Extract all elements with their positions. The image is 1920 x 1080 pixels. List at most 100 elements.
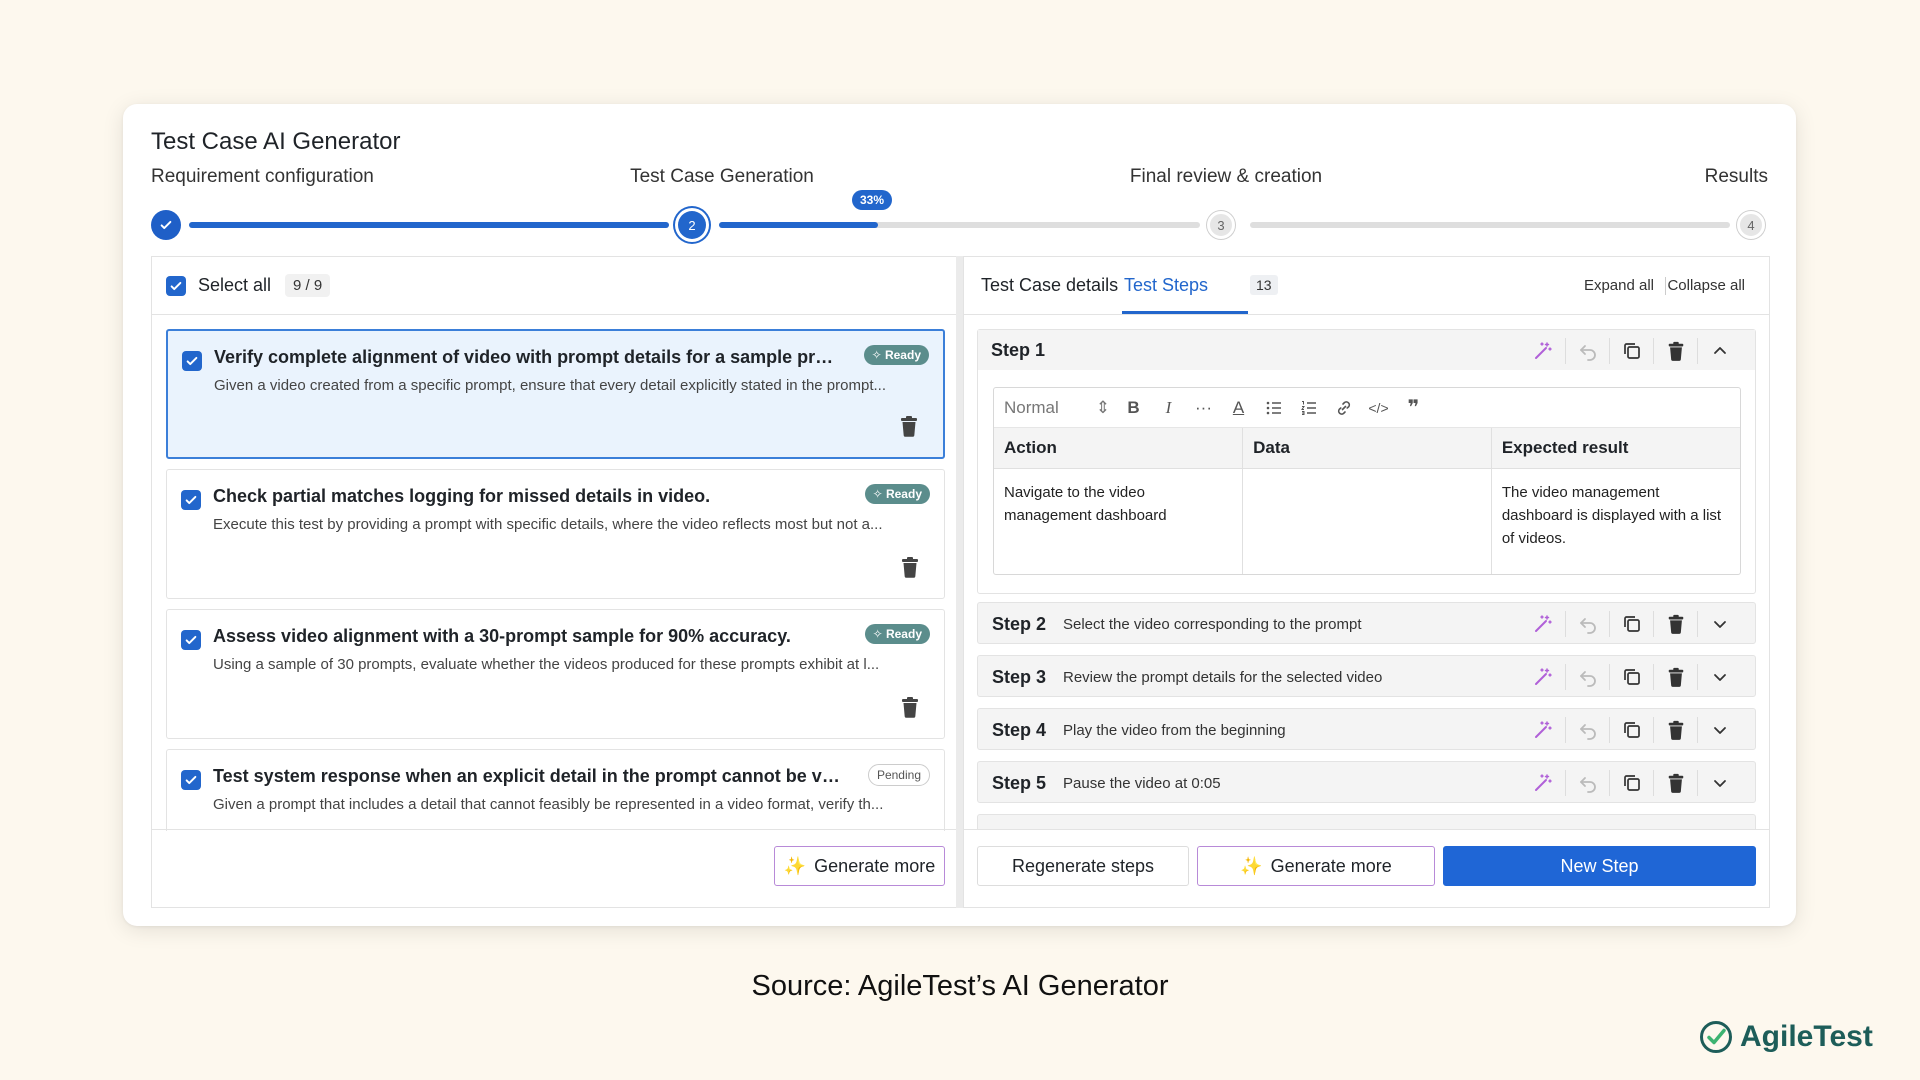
step-actions <box>1521 664 1741 690</box>
test-case-card[interactable]: Check partial matches logging for missed… <box>166 469 945 599</box>
expand-all-link[interactable]: Expand all <box>1584 277 1654 294</box>
tab-test-steps[interactable]: Test Steps <box>1124 275 1208 296</box>
test-case-card[interactable]: Test system response when an explicit de… <box>166 749 945 831</box>
new-step-button[interactable]: New Step <box>1443 846 1756 886</box>
test-case-checkbox[interactable] <box>182 351 202 371</box>
select-all-checkbox[interactable] <box>166 275 186 296</box>
test-case-list[interactable]: Verify complete alignment of video with … <box>152 315 958 831</box>
action-cell[interactable]: Navigate to the video management dashboa… <box>994 468 1244 574</box>
italic-icon[interactable]: I <box>1151 398 1186 418</box>
test-case-title: Assess video alignment with a 30-prompt … <box>213 626 791 646</box>
magic-wand-icon[interactable] <box>1521 664 1565 690</box>
trash-icon[interactable] <box>899 415 919 437</box>
undo-icon[interactable] <box>1565 338 1609 364</box>
numbered-list-icon[interactable] <box>1291 399 1326 417</box>
step-item[interactable]: Step 5 Pause the video at 0:05 <box>977 761 1756 803</box>
duplicate-icon[interactable] <box>1609 611 1653 637</box>
step-label: Step 2 <box>992 614 1047 634</box>
column-header-data: Data <box>1242 428 1492 469</box>
step-item[interactable]: Step 3 Review the prompt details for the… <box>977 655 1756 697</box>
active-tab-indicator <box>1122 311 1248 314</box>
stage-3-dot[interactable]: 3 <box>1207 211 1235 239</box>
chevron-down-icon[interactable] <box>1697 717 1741 743</box>
link-icon[interactable] <box>1326 399 1361 417</box>
brand-logo: AgileTest <box>1698 1019 1873 1055</box>
quote-icon[interactable]: ❞ <box>1396 395 1431 420</box>
updown-icon: ⇕ <box>1095 397 1110 417</box>
ai-generator-window: Test Case AI Generator Requirement confi… <box>123 104 1796 926</box>
trash-icon[interactable] <box>1653 664 1697 690</box>
stepper-track-2 <box>719 222 1200 228</box>
collapse-all-link[interactable]: Collapse all <box>1667 277 1745 294</box>
expected-result-cell[interactable]: The video management dashboard is displa… <box>1491 468 1740 574</box>
stage-4-dot[interactable]: 4 <box>1737 211 1765 239</box>
trash-icon[interactable] <box>1653 717 1697 743</box>
bold-icon[interactable]: B <box>1116 398 1151 418</box>
test-case-list-panel: Select all 9 / 9 Verify complete alignme… <box>151 256 958 908</box>
chevron-up-icon[interactable] <box>1697 338 1741 364</box>
stage-2-dot[interactable]: 2 <box>678 211 706 239</box>
trash-icon[interactable] <box>1653 611 1697 637</box>
code-icon[interactable]: </> <box>1361 400 1396 416</box>
test-case-title: Test system response when an explicit de… <box>213 766 843 786</box>
stage-label-generation[interactable]: Test Case Generation <box>602 166 842 188</box>
source-caption: Source: AgileTest’s AI Generator <box>751 970 1169 1002</box>
trash-icon[interactable] <box>1653 338 1697 364</box>
step-summary: Review the prompt details for the select… <box>1063 669 1383 686</box>
undo-icon[interactable] <box>1565 717 1609 743</box>
stepper-track-1 <box>189 222 669 228</box>
magic-wand-icon[interactable] <box>1521 770 1565 796</box>
step-actions <box>1521 770 1741 796</box>
tab-test-case-details[interactable]: Test Case details <box>981 275 1118 296</box>
test-case-card[interactable]: Assess video alignment with a 30-prompt … <box>166 609 945 739</box>
step-item[interactable]: Step 4 Play the video from the beginning <box>977 708 1756 750</box>
undo-icon[interactable] <box>1565 611 1609 637</box>
panel-resize-handle[interactable] <box>956 256 963 908</box>
regenerate-steps-button[interactable]: Regenerate steps <box>977 846 1189 886</box>
step-item[interactable]: Step 2 Select the video corresponding to… <box>977 602 1756 644</box>
undo-icon[interactable] <box>1565 664 1609 690</box>
chevron-down-icon[interactable] <box>1697 611 1741 637</box>
text-color-icon[interactable]: A <box>1221 398 1256 418</box>
step-actions <box>1521 611 1741 637</box>
test-case-checkbox[interactable] <box>181 630 201 650</box>
data-cell[interactable] <box>1242 468 1492 574</box>
step-editor: Normal ⇕ B I ··· A </> ❞ Action Data Exp… <box>993 387 1741 575</box>
step-summary: Pause the video at 0:05 <box>1063 775 1221 792</box>
select-all-label[interactable]: Select all <box>198 275 271 296</box>
stage-label-final-review[interactable]: Final review & creation <box>1125 166 1327 188</box>
test-case-checkbox[interactable] <box>181 490 201 510</box>
trash-icon[interactable] <box>1653 770 1697 796</box>
format-select[interactable]: Normal ⇕ <box>1004 398 1116 418</box>
magic-wand-icon[interactable] <box>1521 717 1565 743</box>
steps-list[interactable]: Step 1 Normal ⇕ B I ··· A </> ❞ Action D… <box>964 315 1769 831</box>
bullet-list-icon[interactable] <box>1256 399 1291 417</box>
stage-label-results[interactable]: Results <box>1705 166 1768 188</box>
test-case-checkbox[interactable] <box>181 770 201 790</box>
duplicate-icon[interactable] <box>1609 717 1653 743</box>
chevron-down-icon[interactable] <box>1697 664 1741 690</box>
sparkle-icon: ✧ <box>871 348 885 362</box>
link-separator <box>1665 277 1666 295</box>
test-case-card[interactable]: Verify complete alignment of video with … <box>166 329 945 459</box>
stage-1-check-icon[interactable] <box>151 210 181 240</box>
stepper-track-3 <box>1250 222 1730 228</box>
more-icon[interactable]: ··· <box>1186 398 1221 418</box>
duplicate-icon[interactable] <box>1609 770 1653 796</box>
step-label: Step 4 <box>992 720 1047 740</box>
test-case-description: Given a video created from a specific pr… <box>214 377 886 394</box>
trash-icon[interactable] <box>900 696 920 718</box>
duplicate-icon[interactable] <box>1609 664 1653 690</box>
generate-more-steps-button[interactable]: ✨ Generate more <box>1197 846 1435 886</box>
magic-wand-icon[interactable] <box>1521 338 1565 364</box>
trash-icon[interactable] <box>900 556 920 578</box>
stage-label-requirement[interactable]: Requirement configuration <box>151 166 374 188</box>
magic-wand-icon[interactable] <box>1521 611 1565 637</box>
step-actions <box>1521 717 1741 743</box>
generate-more-cases-button[interactable]: ✨ Generate more <box>774 846 945 886</box>
duplicate-icon[interactable] <box>1609 338 1653 364</box>
undo-icon[interactable] <box>1565 770 1609 796</box>
check-circle-icon <box>1700 1021 1732 1053</box>
chevron-down-icon[interactable] <box>1697 770 1741 796</box>
sparkle-icon: ✧ <box>872 627 886 641</box>
